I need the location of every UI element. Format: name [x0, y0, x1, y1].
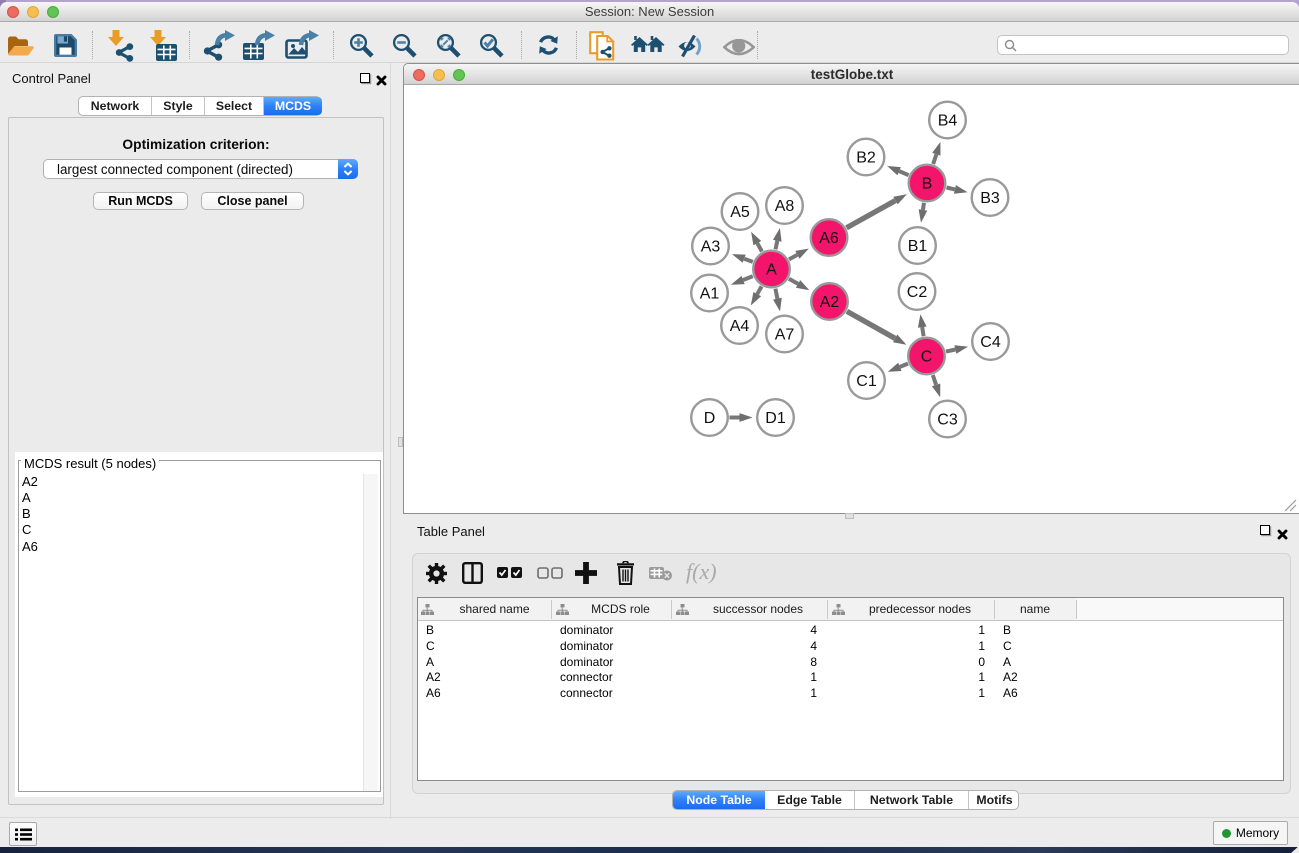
svg-text:D: D: [704, 410, 716, 427]
svg-text:B2: B2: [856, 150, 876, 167]
svg-text:A2: A2: [820, 294, 840, 311]
svg-text:B4: B4: [938, 113, 958, 130]
svg-text:A3: A3: [701, 239, 721, 256]
svg-text:B3: B3: [980, 190, 1000, 207]
svg-text:C1: C1: [856, 373, 877, 390]
svg-text:A1: A1: [700, 286, 720, 303]
svg-text:A4: A4: [730, 318, 750, 335]
svg-text:C3: C3: [937, 412, 958, 429]
svg-text:A6: A6: [819, 230, 839, 247]
svg-text:C: C: [921, 349, 933, 366]
svg-text:A5: A5: [730, 204, 750, 221]
svg-text:D1: D1: [765, 410, 786, 427]
svg-text:C2: C2: [907, 284, 928, 301]
svg-text:A7: A7: [775, 327, 795, 344]
svg-text:B1: B1: [908, 238, 928, 255]
svg-text:A8: A8: [775, 198, 795, 215]
svg-text:A: A: [766, 262, 777, 279]
svg-text:B: B: [922, 176, 933, 193]
svg-text:C4: C4: [980, 334, 1001, 351]
